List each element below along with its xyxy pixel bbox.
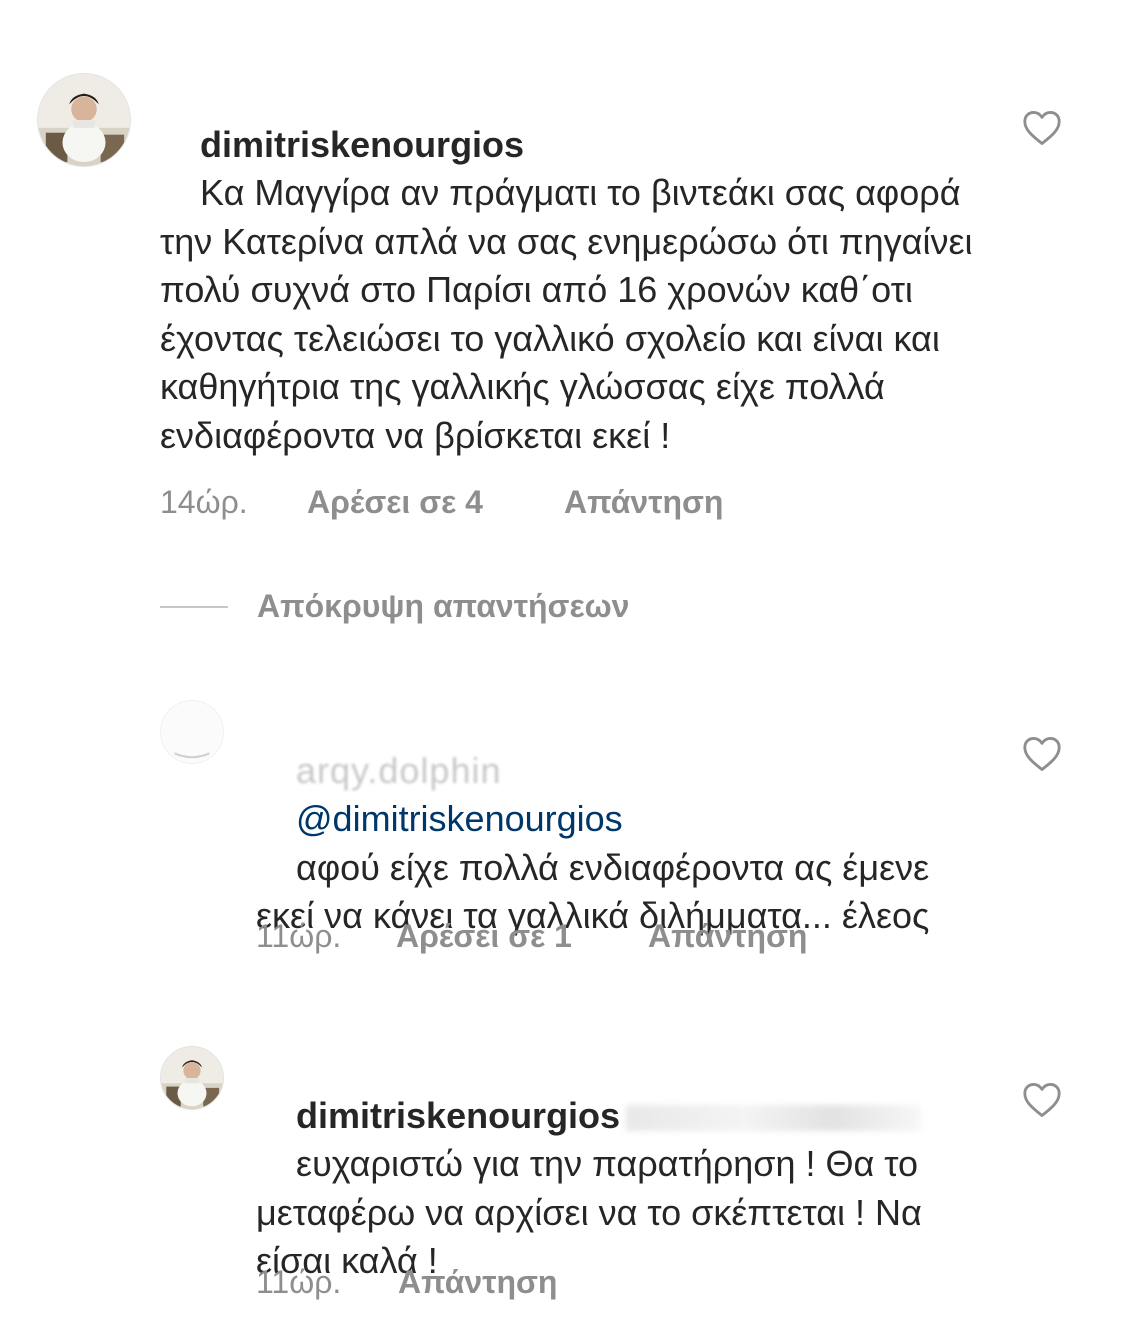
divider-line [160, 605, 228, 608]
hide-replies-button[interactable]: Απόκρυψη απαντήσεων [160, 588, 629, 625]
reply-username[interactable]: dimitriskenourgios [296, 1095, 620, 1136]
avatar-photo [38, 74, 130, 166]
heart-outline-icon [1023, 1083, 1061, 1117]
avatar[interactable] [37, 73, 131, 167]
comment-username[interactable]: dimitriskenourgios [200, 124, 524, 165]
reply-button[interactable]: Απάντηση [398, 1264, 557, 1301]
reply-button[interactable]: Απάντηση [564, 484, 723, 521]
reply-meta: 11ώρ. Αρέσει σε 1 Απάντηση [256, 916, 807, 956]
like-button[interactable] [1022, 736, 1062, 772]
reply-mention-redacted [626, 1104, 922, 1131]
avatar[interactable] [160, 1046, 224, 1110]
reply-time: 11ώρ. [256, 1263, 342, 1300]
like-button[interactable] [1022, 110, 1062, 146]
heart-outline-icon [1023, 737, 1061, 771]
reply-mention[interactable]: @dimitriskenourgios [296, 798, 623, 839]
avatar[interactable] [160, 700, 224, 764]
hide-replies-label: Απόκρυψη απαντήσεων [257, 588, 630, 624]
avatar-photo [161, 701, 223, 763]
likes-count[interactable]: Αρέσει σε 1 [396, 918, 648, 955]
likes-count[interactable]: Αρέσει σε 4 [307, 484, 564, 521]
reply-meta: 11ώρ. Απάντηση [256, 1262, 557, 1302]
comment-time: 14ώρ. [160, 483, 248, 520]
reply-text: ευχαριστώ για την παρατήρηση ! Θα το μετ… [256, 1143, 932, 1281]
reply-time: 11ώρ. [256, 917, 342, 954]
comment-meta: 14ώρ. Αρέσει σε 4 Απάντηση [160, 482, 723, 522]
heart-outline-icon [1023, 111, 1061, 145]
like-button[interactable] [1022, 1082, 1062, 1118]
reply-username[interactable]: arqy.dolphin [296, 750, 501, 791]
comment-text: Κα Μαγγίρα αν πράγματι το βιντεάκι σας α… [160, 172, 983, 456]
avatar-photo [161, 1047, 223, 1109]
reply-button[interactable]: Απάντηση [648, 918, 807, 955]
